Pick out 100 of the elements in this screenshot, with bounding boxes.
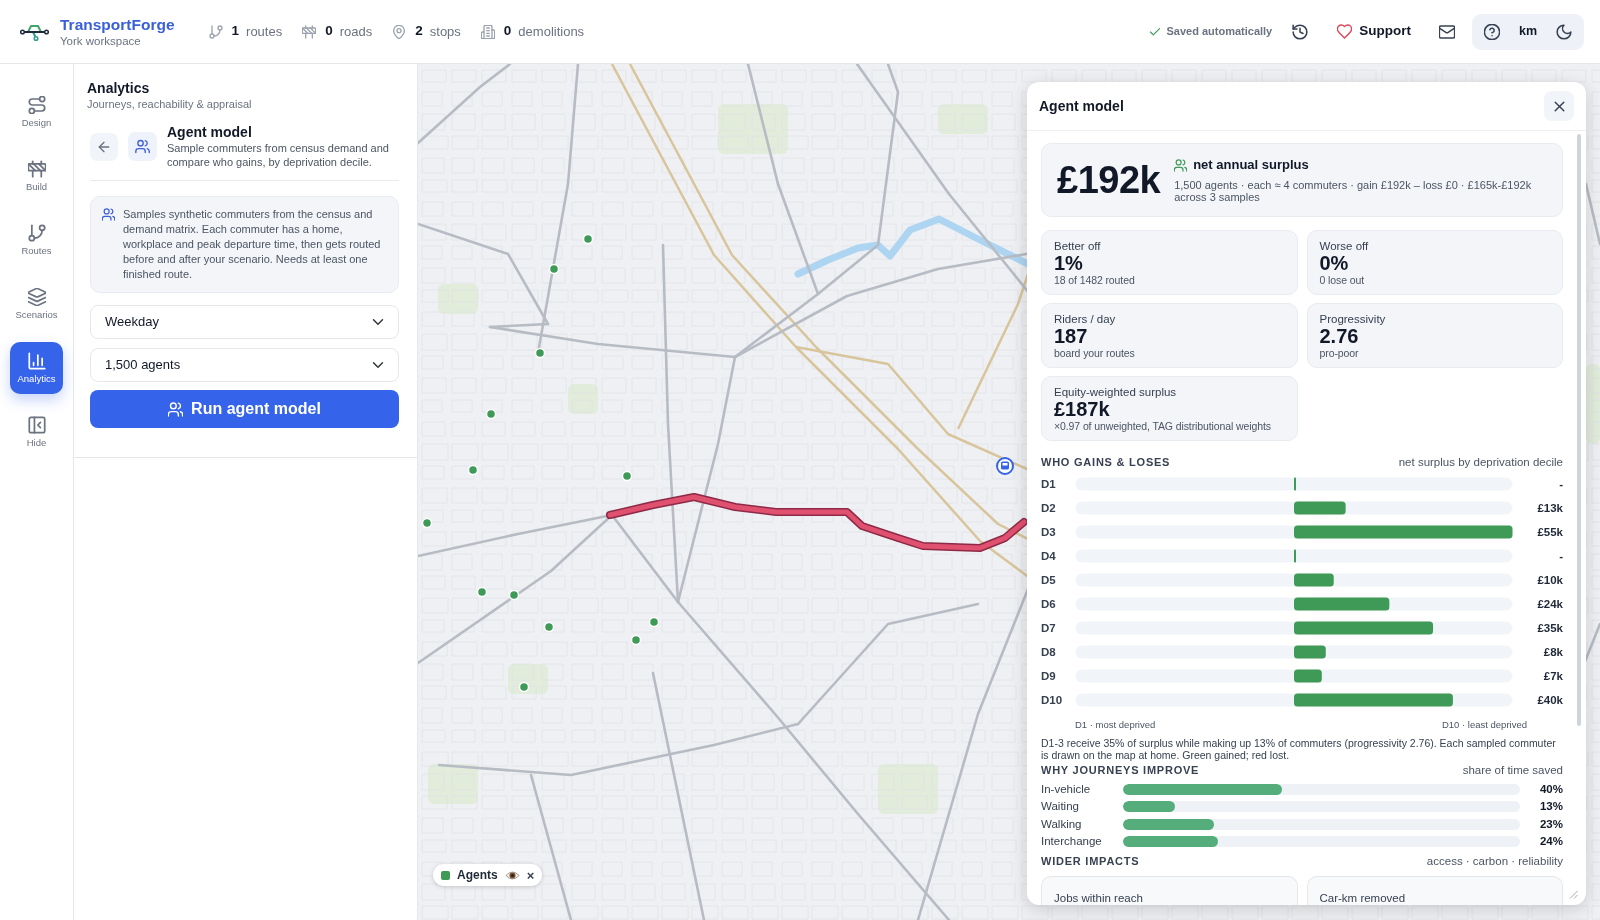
headline-label: net annual surplus — [1193, 157, 1309, 173]
bus-stop-icon[interactable] — [996, 457, 1014, 475]
results-title: Agent model — [1039, 96, 1124, 116]
impact-label: Jobs within reach — [1054, 892, 1143, 905]
sidebar-item[interactable]: Routes — [10, 214, 63, 266]
barrier-icon — [27, 160, 46, 178]
agent-dot-icon — [582, 233, 594, 245]
support-button[interactable]: Support — [1329, 14, 1419, 49]
headline-detail: 1,500 agents · each ≈ 4 commuters · gain £192k – loss £0 · £165k-£192k across 3 samples — [1174, 179, 1533, 203]
stat-count: 0 — [325, 22, 333, 41]
back-button[interactable] — [90, 132, 118, 161]
summary-text: D1-3 receive 35% of surplus while making up 13% of commuters (progressivity 2.76). Each sampled commuter is drawn on the map at home. Green gained; red lost. — [1041, 737, 1557, 761]
moon-icon — [1556, 23, 1572, 40]
value-label: £40k — [1537, 694, 1563, 706]
arrow-left-icon — [97, 139, 111, 154]
surplus-bar — [1294, 645, 1326, 659]
decile-label: D6 — [1041, 598, 1056, 610]
factor-label: Walking — [1041, 816, 1083, 832]
agent-dot-icon — [630, 634, 642, 646]
agent-dot-icon — [648, 616, 660, 628]
tool-title: Agent model — [167, 124, 253, 141]
agent-count-select[interactable]: 1,500 agents — [90, 348, 399, 382]
sidebar-item[interactable]: Design — [10, 86, 63, 138]
agent-dot-icon — [421, 517, 433, 529]
stat-count: 0 — [503, 22, 512, 41]
decile-label: D10 — [1041, 694, 1063, 706]
value-label: - — [1559, 550, 1563, 562]
value-label: £10k — [1537, 574, 1563, 586]
day-type-select[interactable]: Weekday — [90, 305, 399, 339]
agent-dot-icon — [467, 464, 479, 476]
decile-label: D5 — [1041, 574, 1056, 586]
decile-label: D4 — [1041, 550, 1056, 562]
stat-note: ×0.97 of unweighted, TAG distributional weights — [1054, 420, 1272, 433]
decile-label: D9 — [1041, 670, 1056, 682]
bar-chart-icon — [27, 352, 46, 370]
stat-label: routes — [246, 22, 283, 41]
stat-label: Worse off — [1319, 239, 1370, 253]
agent-dot-icon — [485, 408, 497, 420]
stat-label: Progressivity — [1319, 312, 1387, 326]
layer-label: Agents — [457, 867, 498, 884]
app-name: TransportForge — [60, 15, 175, 34]
resize-grip-icon[interactable] — [1569, 890, 1578, 899]
barrier-icon — [302, 24, 317, 39]
sidebar-item[interactable]: Hide — [10, 406, 63, 458]
mail-icon — [1439, 23, 1455, 40]
stat-label: demolitions — [518, 22, 585, 41]
factor-value: 40% — [1538, 782, 1563, 797]
agent-dot-icon — [476, 586, 488, 598]
agent-dot-icon — [621, 470, 633, 482]
help-icon — [1484, 23, 1500, 40]
sidebar-item[interactable]: Scenarios — [10, 278, 63, 330]
panel-subtitle: Journeys, reachability & appraisal — [87, 97, 253, 111]
factor-label: In-vehicle — [1041, 782, 1092, 797]
headline-value: £192k — [1057, 161, 1161, 199]
stat-value: £187k — [1054, 399, 1111, 420]
stat-value: 0% — [1319, 253, 1350, 274]
section-caption: share of time saved — [1462, 763, 1563, 777]
sidebar-collapse-icon — [27, 416, 46, 434]
agent-dot-icon — [508, 589, 520, 601]
units-button[interactable]: km — [1510, 15, 1546, 48]
users-icon — [102, 208, 115, 221]
pin-icon — [392, 24, 407, 39]
users-icon — [168, 401, 184, 417]
route-line[interactable] — [606, 493, 1028, 552]
workspace-name: York workspace — [60, 33, 142, 48]
agent-dot-icon — [548, 263, 560, 275]
factor-value: 13% — [1538, 799, 1563, 815]
factor-value: 23% — [1538, 816, 1563, 832]
history-icon — [1292, 23, 1309, 40]
section-heading: WHO GAINS & LOSES — [1041, 455, 1171, 469]
decile-label: D8 — [1041, 646, 1056, 658]
users-icon — [1174, 158, 1188, 172]
run-button[interactable]: Run agent model — [90, 390, 399, 428]
legend-swatch-icon — [441, 870, 450, 880]
value-label: £13k — [1537, 502, 1563, 514]
stat-label: Better off — [1054, 239, 1102, 253]
section-heading: WIDER IMPACTS — [1041, 854, 1140, 869]
remove-layer-button[interactable]: × — [526, 868, 535, 882]
value-label: £55k — [1537, 526, 1563, 538]
stat-label: stops — [429, 22, 461, 41]
save-status: Saved automatically — [1166, 24, 1273, 40]
impact-label: Car-km removed — [1319, 892, 1406, 905]
branch-icon — [27, 224, 46, 242]
users-icon — [128, 132, 157, 161]
axis-note: D1 · most deprived — [1075, 719, 1156, 731]
close-button[interactable] — [1544, 91, 1574, 121]
agent-dot-icon — [534, 347, 546, 359]
value-label: £8k — [1543, 646, 1563, 658]
stat-note: 0 lose out — [1319, 274, 1366, 287]
stat-value: 1% — [1054, 253, 1084, 274]
stat-note: board your routes — [1054, 347, 1136, 360]
eye-icon[interactable] — [504, 869, 520, 881]
value-label: £35k — [1537, 622, 1563, 634]
sidebar-item[interactable]: Analytics — [10, 342, 63, 394]
stat-count: 2 — [415, 22, 423, 41]
surplus-bar — [1294, 501, 1346, 515]
sidebar-item[interactable]: Build — [10, 150, 63, 202]
route-icon — [27, 96, 46, 114]
axis-note: D10 · least deprived — [1441, 719, 1527, 731]
check-icon — [1149, 25, 1162, 38]
